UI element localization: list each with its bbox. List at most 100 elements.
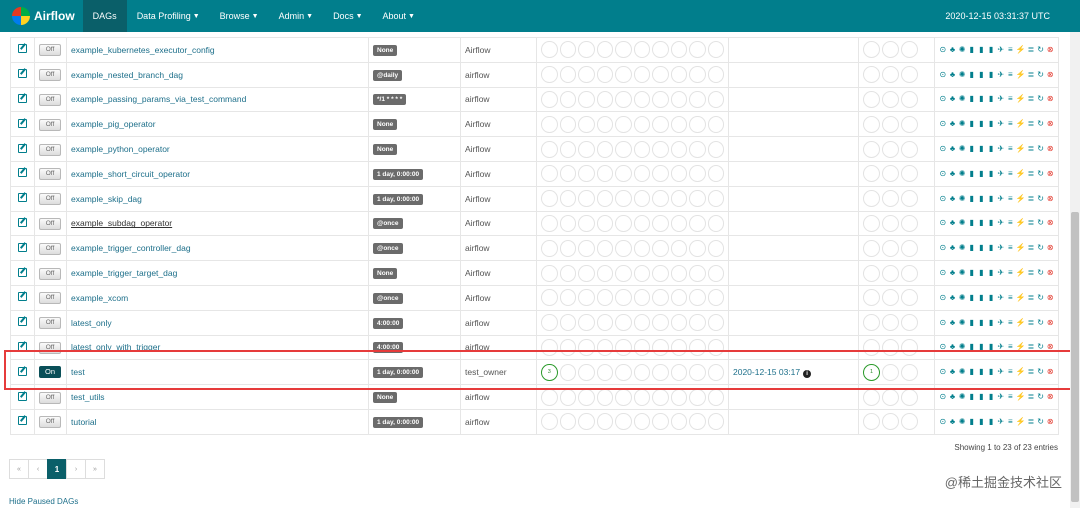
dag-run-circle[interactable] — [670, 363, 687, 381]
dag-run-circle[interactable] — [578, 239, 595, 257]
delete-icon[interactable]: ⊗ — [1046, 243, 1054, 253]
dag-run-circle[interactable] — [541, 140, 558, 158]
dag-run-circle[interactable] — [541, 264, 558, 282]
dag-run-circle[interactable] — [596, 388, 613, 406]
refresh-icon[interactable]: ↻ — [1037, 218, 1045, 228]
code-view-icon[interactable]: ≡ — [1006, 268, 1014, 278]
nav-admin[interactable]: Admin ▼ — [269, 0, 323, 32]
pause-toggle[interactable]: Off — [39, 317, 61, 330]
dag-run-circle[interactable] — [670, 165, 687, 183]
tries-icon[interactable]: ▮ — [978, 94, 986, 104]
recent-task-circle[interactable] — [882, 214, 899, 232]
logs-icon[interactable]: ⚡ — [1016, 218, 1026, 228]
dag-run-circle[interactable] — [615, 115, 632, 133]
refresh-icon[interactable]: ↻ — [1037, 194, 1045, 204]
landing-times-icon[interactable]: ▮ — [987, 144, 995, 154]
dag-run-circle[interactable] — [559, 190, 576, 208]
logs-icon[interactable]: ⚡ — [1016, 169, 1026, 179]
edit-icon[interactable] — [18, 69, 27, 79]
dag-name-link[interactable]: example_skip_dag — [71, 194, 142, 204]
dag-run-circle[interactable] — [652, 90, 669, 108]
dag-run-circle[interactable] — [578, 413, 595, 431]
dag-name-link[interactable]: test_utils — [71, 392, 105, 402]
trigger-dag-icon[interactable]: ⊙ — [939, 70, 947, 80]
delete-icon[interactable]: ⊗ — [1046, 342, 1054, 352]
scrollbar-thumb[interactable] — [1071, 212, 1079, 502]
dag-run-circle[interactable] — [578, 66, 595, 84]
code-view-icon[interactable]: ≡ — [1006, 169, 1014, 179]
tree-view-icon[interactable]: ♣ — [949, 392, 957, 402]
duration-icon[interactable]: ▮ — [968, 293, 976, 303]
dag-run-circle[interactable] — [689, 214, 706, 232]
landing-times-icon[interactable]: ▮ — [987, 318, 995, 328]
dag-run-circle[interactable] — [596, 363, 613, 381]
graph-view-icon[interactable]: ✺ — [958, 194, 966, 204]
delete-icon[interactable]: ⊗ — [1046, 94, 1054, 104]
tree-view-icon[interactable]: ♣ — [949, 268, 957, 278]
recent-task-circle[interactable] — [863, 165, 880, 183]
dag-run-circle[interactable] — [652, 314, 669, 332]
gantt-icon[interactable]: ✈ — [997, 293, 1005, 303]
code-view-icon[interactable]: ≡ — [1006, 392, 1014, 402]
code-view-icon[interactable]: ≡ — [1006, 293, 1014, 303]
dag-run-circle[interactable] — [652, 289, 669, 307]
dag-run-circle[interactable] — [707, 165, 724, 183]
recent-task-circle[interactable] — [901, 239, 918, 257]
details-icon[interactable]: ≣ — [1027, 392, 1035, 402]
dag-run-circle[interactable] — [670, 388, 687, 406]
dag-run-circle[interactable] — [707, 239, 724, 257]
dag-run-circle[interactable] — [689, 115, 706, 133]
dag-run-circle[interactable] — [596, 41, 613, 59]
pause-toggle[interactable]: Off — [39, 93, 61, 106]
recent-task-circle[interactable] — [863, 66, 880, 84]
recent-task-circle[interactable] — [901, 289, 918, 307]
dag-run-circle[interactable] — [633, 190, 650, 208]
dag-run-circle[interactable] — [541, 413, 558, 431]
dag-run-circle[interactable] — [596, 115, 613, 133]
recent-task-circle[interactable] — [882, 165, 899, 183]
delete-icon[interactable]: ⊗ — [1046, 70, 1054, 80]
dag-run-circle[interactable] — [633, 66, 650, 84]
delete-icon[interactable]: ⊗ — [1046, 367, 1054, 377]
pause-toggle[interactable]: Off — [39, 242, 61, 255]
dag-run-circle[interactable] — [689, 314, 706, 332]
prev-page-button[interactable]: ‹ — [28, 459, 48, 479]
duration-icon[interactable]: ▮ — [968, 169, 976, 179]
gantt-icon[interactable]: ✈ — [997, 243, 1005, 253]
graph-view-icon[interactable]: ✺ — [958, 243, 966, 253]
refresh-icon[interactable]: ↻ — [1037, 94, 1045, 104]
dag-run-circle[interactable] — [707, 388, 724, 406]
dag-run-circle[interactable] — [633, 165, 650, 183]
dag-run-circle[interactable] — [707, 289, 724, 307]
dag-run-circle[interactable] — [652, 239, 669, 257]
tree-view-icon[interactable]: ♣ — [949, 417, 957, 427]
dag-run-circle[interactable] — [633, 239, 650, 257]
logs-icon[interactable]: ⚡ — [1016, 342, 1026, 352]
dag-run-circle[interactable] — [615, 363, 632, 381]
dag-run-circle[interactable] — [578, 214, 595, 232]
refresh-icon[interactable]: ↻ — [1037, 367, 1045, 377]
dag-run-circle[interactable] — [689, 413, 706, 431]
landing-times-icon[interactable]: ▮ — [987, 268, 995, 278]
nav-data-profiling[interactable]: Data Profiling ▼ — [127, 0, 210, 32]
dag-run-circle[interactable] — [578, 165, 595, 183]
dag-run-circle[interactable] — [689, 165, 706, 183]
graph-view-icon[interactable]: ✺ — [958, 94, 966, 104]
landing-times-icon[interactable]: ▮ — [987, 417, 995, 427]
dag-run-circle[interactable] — [652, 264, 669, 282]
pause-toggle[interactable]: On — [39, 366, 61, 379]
tries-icon[interactable]: ▮ — [978, 417, 986, 427]
edit-icon[interactable] — [18, 242, 27, 252]
duration-icon[interactable]: ▮ — [968, 45, 976, 55]
dag-run-circle[interactable] — [578, 388, 595, 406]
duration-icon[interactable]: ▮ — [968, 318, 976, 328]
gantt-icon[interactable]: ✈ — [997, 94, 1005, 104]
delete-icon[interactable]: ⊗ — [1046, 293, 1054, 303]
dag-run-circle[interactable] — [707, 314, 724, 332]
recent-task-circle[interactable] — [901, 66, 918, 84]
brand[interactable]: Airflow — [0, 0, 83, 32]
dag-run-circle[interactable] — [633, 140, 650, 158]
nav-docs[interactable]: Docs ▼ — [323, 0, 372, 32]
dag-run-circle[interactable] — [559, 214, 576, 232]
dag-run-circle[interactable] — [670, 214, 687, 232]
